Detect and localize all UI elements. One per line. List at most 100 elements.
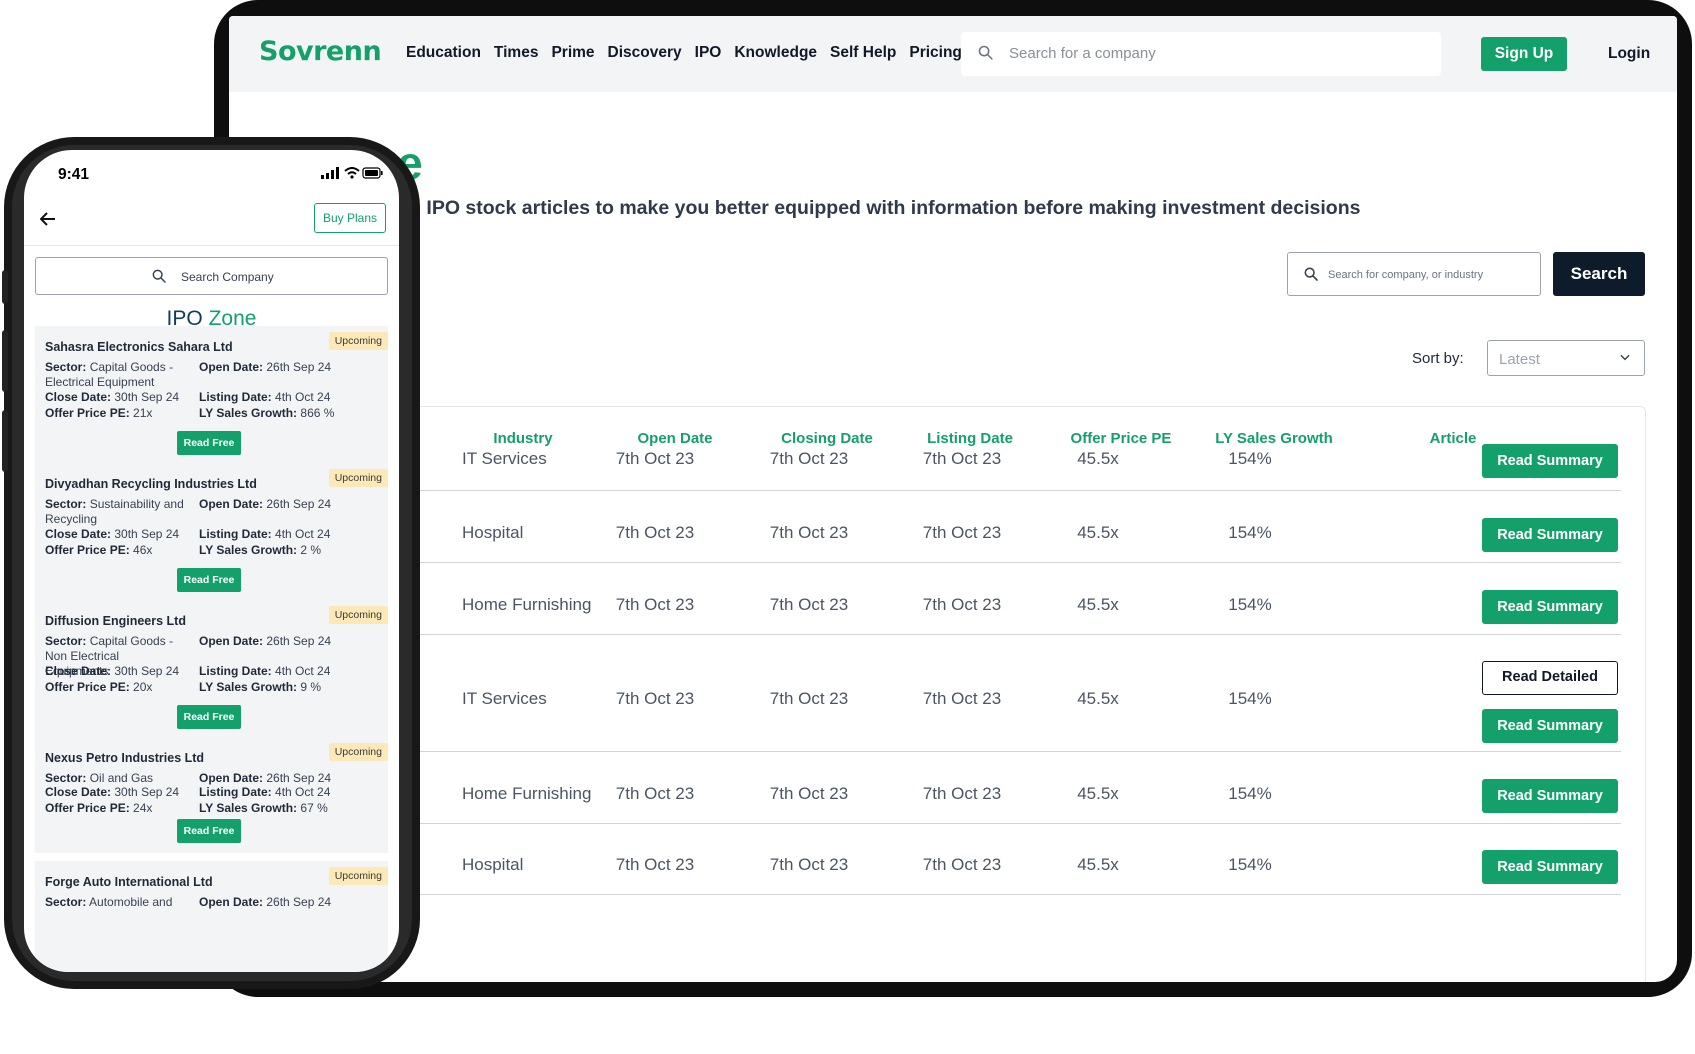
cell-offer-price-pe: 45.5x: [1077, 784, 1119, 803]
ipo-card[interactable]: Diffusion Engineers Ltd Upcoming Sector: C…: [35, 600, 388, 739]
nav-prime[interactable]: Prime: [551, 44, 594, 62]
cell-closing-date: 7th Oct 23: [769, 449, 849, 468]
card-sector: Sector: Oil and Gas: [45, 771, 154, 785]
desktop-screen: Sovrenn Education Times Prime Discovery …: [229, 16, 1677, 982]
status-bar: 9:41: [24, 150, 399, 194]
search-placeholder: Search for company, or industry: [1328, 269, 1484, 281]
sign-up-button[interactable]: Sign Up: [1481, 37, 1567, 71]
card-company-name: Diffusion Engineers Ltd: [45, 614, 186, 628]
nav-pricing[interactable]: Pricing: [909, 44, 962, 62]
col-closing-date[interactable]: Closing Date: [781, 430, 873, 447]
search-icon: [152, 269, 166, 283]
read-free-button[interactable]: Read Free: [177, 431, 241, 455]
card-close-date: Close Date: 30th Sep 24: [45, 785, 180, 799]
search-placeholder: Search Company: [181, 270, 274, 284]
card-listing-date: Listing Date: 4th Oct 24: [199, 390, 331, 404]
read-detailed-button[interactable]: Read Detailed: [1482, 661, 1618, 695]
card-offer-price-pe: Offer Price PE: 21x: [45, 406, 153, 420]
mobile-app-bar: Buy Plans: [24, 194, 399, 246]
read-summary-button[interactable]: Read Summary: [1482, 850, 1618, 884]
col-ly-sales-growth[interactable]: LY Sales Growth: [1215, 430, 1333, 447]
cell-listing-date: 7th Oct 23: [922, 523, 1002, 542]
cell-closing-date: 7th Oct 23: [769, 523, 849, 542]
cell-listing-date: 7th Oct 23: [922, 595, 1002, 614]
card-open-date: Open Date: 26th Sep 24: [199, 771, 332, 785]
row-divider: [401, 751, 1621, 752]
login-link[interactable]: Login: [1608, 45, 1650, 63]
sovrenn-logo[interactable]: Sovrenn: [259, 36, 382, 67]
card-ly-sales-growth: LY Sales Growth: 866 %: [199, 406, 335, 420]
read-free-button[interactable]: Read Free: [177, 568, 241, 592]
cell-industry: IT Services: [462, 689, 547, 708]
back-arrow-icon[interactable]: [40, 212, 56, 226]
cell-open-date: 7th Oct 23: [615, 523, 695, 542]
card-offer-price-pe: Offer Price PE: 24x: [45, 801, 153, 815]
read-summary-button[interactable]: Read Summary: [1482, 444, 1618, 478]
ipo-card[interactable]: Divyadhan Recycling Industries Ltd Upcomi…: [35, 463, 388, 602]
status-badge: Upcoming: [328, 743, 388, 761]
card-open-date: Open Date: 26th Sep 24: [199, 895, 332, 909]
search-placeholder: Search for a company: [1009, 45, 1156, 62]
cell-industry: Home Furnishing: [462, 784, 592, 803]
cell-listing-date: 7th Oct 23: [922, 855, 1002, 874]
card-listing-date: Listing Date: 4th Oct 24: [199, 664, 331, 678]
card-company-name: Nexus Petro Industries Ltd: [45, 751, 205, 765]
buy-plans-button[interactable]: Buy Plans: [314, 203, 386, 233]
ipo-card[interactable]: Forge Auto International Ltd Upcoming Sect…: [35, 861, 388, 972]
ipo-card[interactable]: Sahasra Electronics Sahara Ltd Upcoming Se…: [35, 326, 388, 465]
row-divider: [401, 490, 1621, 491]
top-navbar: Sovrenn Education Times Prime Discovery …: [229, 16, 1677, 92]
nav-self-help[interactable]: Self Help: [830, 44, 896, 62]
cell-ly-sales-growth: 154%: [1228, 595, 1272, 614]
mobile-search-input[interactable]: Search Company: [35, 257, 388, 295]
ipo-card[interactable]: Nexus Petro Industries Ltd Upcoming Sector…: [35, 737, 388, 853]
col-offer-price-pe[interactable]: Offer Price PE: [1071, 430, 1172, 447]
read-free-button[interactable]: Read Free: [177, 819, 241, 843]
sort-select[interactable]: Latest: [1487, 340, 1645, 376]
company-search-input[interactable]: Search for a company: [961, 32, 1441, 76]
col-article: Article: [1429, 430, 1477, 447]
cell-closing-date: 7th Oct 23: [769, 784, 849, 803]
card-sector: Sector: Automobile and: [45, 895, 173, 909]
col-industry[interactable]: Industry: [493, 430, 552, 447]
card-ly-sales-growth: LY Sales Growth: 67 %: [199, 801, 328, 815]
cell-closing-date: 7th Oct 23: [769, 595, 849, 614]
nav-times[interactable]: Times: [494, 44, 539, 62]
search-button[interactable]: Search: [1553, 252, 1645, 296]
status-badge: Upcoming: [328, 867, 388, 885]
read-summary-button[interactable]: Read Summary: [1482, 709, 1618, 743]
col-listing-date[interactable]: Listing Date: [927, 430, 1013, 447]
ipo-table: [374, 406, 1646, 982]
card-sector: Sector: Capital Goods - Electrical Equip…: [45, 360, 174, 389]
sort-value: Latest: [1499, 351, 1540, 368]
nav-knowledge[interactable]: Knowledge: [734, 44, 817, 62]
cell-industry: IT Services: [462, 449, 547, 468]
card-close-date: Close Date: 30th Sep 24: [45, 664, 180, 678]
read-summary-button[interactable]: Read Summary: [1482, 590, 1618, 624]
cell-ly-sales-growth: 154%: [1228, 689, 1272, 708]
nav-education[interactable]: Education: [406, 44, 481, 62]
cell-open-date: 7th Oct 23: [615, 595, 695, 614]
search-icon: [978, 45, 993, 60]
card-company-name: Divyadhan Recycling Industries Ltd: [45, 477, 257, 491]
card-listing-date: Listing Date: 4th Oct 24: [199, 785, 331, 799]
cell-listing-date: 7th Oct 23: [922, 449, 1002, 468]
status-icons: [321, 167, 383, 179]
nav-ipo[interactable]: IPO: [695, 44, 722, 62]
cell-ly-sales-growth: 154%: [1228, 449, 1272, 468]
main-nav: Education Times Prime Discovery IPO Know…: [406, 44, 962, 62]
nav-discovery[interactable]: Discovery: [608, 44, 682, 62]
cell-ly-sales-growth: 154%: [1228, 855, 1272, 874]
read-free-button[interactable]: Read Free: [177, 705, 241, 729]
card-sector: Sector: Sustainability and Recycling: [45, 497, 184, 526]
card-offer-price-pe: Offer Price PE: 20x: [45, 680, 153, 694]
search-icon: [1304, 267, 1318, 281]
card-open-date: Open Date: 26th Sep 24: [199, 360, 332, 374]
industry-search-input[interactable]: Search for company, or industry: [1287, 252, 1541, 296]
read-summary-button[interactable]: Read Summary: [1482, 518, 1618, 552]
cell-open-date: 7th Oct 23: [615, 449, 695, 468]
read-summary-button[interactable]: Read Summary: [1482, 779, 1618, 813]
col-open-date[interactable]: Open Date: [637, 430, 712, 447]
card-ly-sales-growth: LY Sales Growth: 9 %: [199, 680, 322, 694]
sort-label: Sort by:: [1412, 350, 1464, 367]
